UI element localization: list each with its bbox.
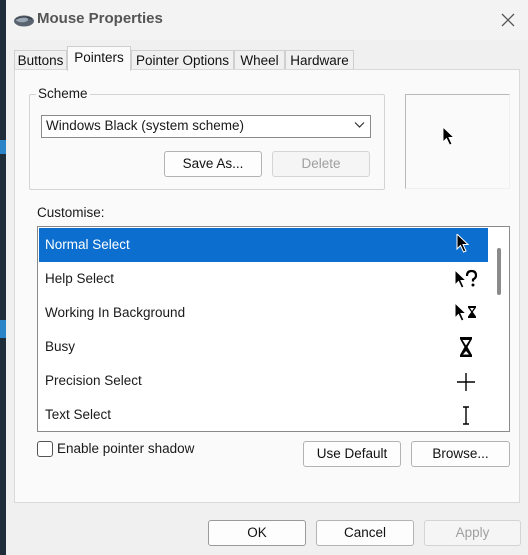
preview-arrow-cursor-icon xyxy=(442,126,456,146)
delete-button[interactable]: Delete xyxy=(272,151,370,177)
enable-pointer-shadow-label[interactable]: Enable pointer shadow xyxy=(57,441,194,457)
cursor-list: Normal Select Help Select Working In Bac… xyxy=(37,226,510,432)
customise-label: Customise: xyxy=(37,205,105,220)
list-item-normal-select[interactable]: Normal Select xyxy=(39,228,488,262)
browse-button[interactable]: Browse... xyxy=(411,441,510,467)
list-item-label: Text Select xyxy=(45,407,112,422)
use-default-button[interactable]: Use Default xyxy=(303,441,401,467)
scheme-select[interactable]: Windows Black (system scheme) xyxy=(41,115,371,138)
scrollbar-thumb[interactable] xyxy=(497,248,501,295)
enable-pointer-shadow-checkbox[interactable] xyxy=(37,441,53,457)
arrow-cursor-icon xyxy=(456,234,470,253)
tab-hardware[interactable]: Hardware xyxy=(285,50,354,70)
list-item-label: Busy xyxy=(45,339,76,354)
ok-button[interactable]: OK xyxy=(208,520,306,546)
list-item-label: Normal Select xyxy=(45,237,130,252)
mouse-icon xyxy=(14,15,34,27)
list-item-label: Precision Select xyxy=(45,373,142,388)
text-cursor-icon xyxy=(463,406,469,425)
tab-wheel[interactable]: Wheel xyxy=(234,50,285,70)
pointers-tab-panel: Scheme Windows Black (system scheme) Sav… xyxy=(14,69,520,503)
tab-pointers[interactable]: Pointers xyxy=(67,46,131,71)
busy-cursor-icon xyxy=(460,337,472,357)
window-title: Mouse Properties xyxy=(37,10,163,27)
cancel-button[interactable]: Cancel xyxy=(316,520,414,546)
list-item-label: Working In Background xyxy=(45,305,186,320)
save-as-button[interactable]: Save As... xyxy=(164,151,262,177)
tab-buttons[interactable]: Buttons xyxy=(14,50,67,70)
apply-button[interactable]: Apply xyxy=(424,520,521,546)
list-item-help-select[interactable]: Help Select xyxy=(39,262,488,296)
close-icon[interactable] xyxy=(496,8,520,32)
working-cursor-icon xyxy=(454,302,476,322)
help-cursor-icon xyxy=(454,268,478,289)
scheme-group-label: Scheme xyxy=(36,86,90,101)
list-item-precision-select[interactable]: Precision Select xyxy=(39,364,488,398)
list-item-busy[interactable]: Busy xyxy=(39,330,488,364)
cursor-preview xyxy=(405,94,510,189)
list-scrollbar[interactable] xyxy=(488,228,508,430)
mouse-properties-dialog: Mouse Properties Buttons Pointers Pointe… xyxy=(6,0,528,555)
scheme-selected-value: Windows Black (system scheme) xyxy=(46,118,245,133)
chevron-down-icon xyxy=(354,122,365,128)
list-item-label: Help Select xyxy=(45,271,115,286)
tab-pointer-options[interactable]: Pointer Options xyxy=(131,50,234,70)
dialog-button-bar: OK Cancel Apply xyxy=(6,503,528,555)
list-item-working-in-background[interactable]: Working In Background xyxy=(39,296,488,330)
list-item-text-select[interactable]: Text Select xyxy=(39,398,488,431)
crosshair-cursor-icon xyxy=(457,373,475,391)
scheme-group: Scheme Windows Black (system scheme) Sav… xyxy=(29,86,385,190)
title-bar[interactable]: Mouse Properties xyxy=(6,0,528,40)
